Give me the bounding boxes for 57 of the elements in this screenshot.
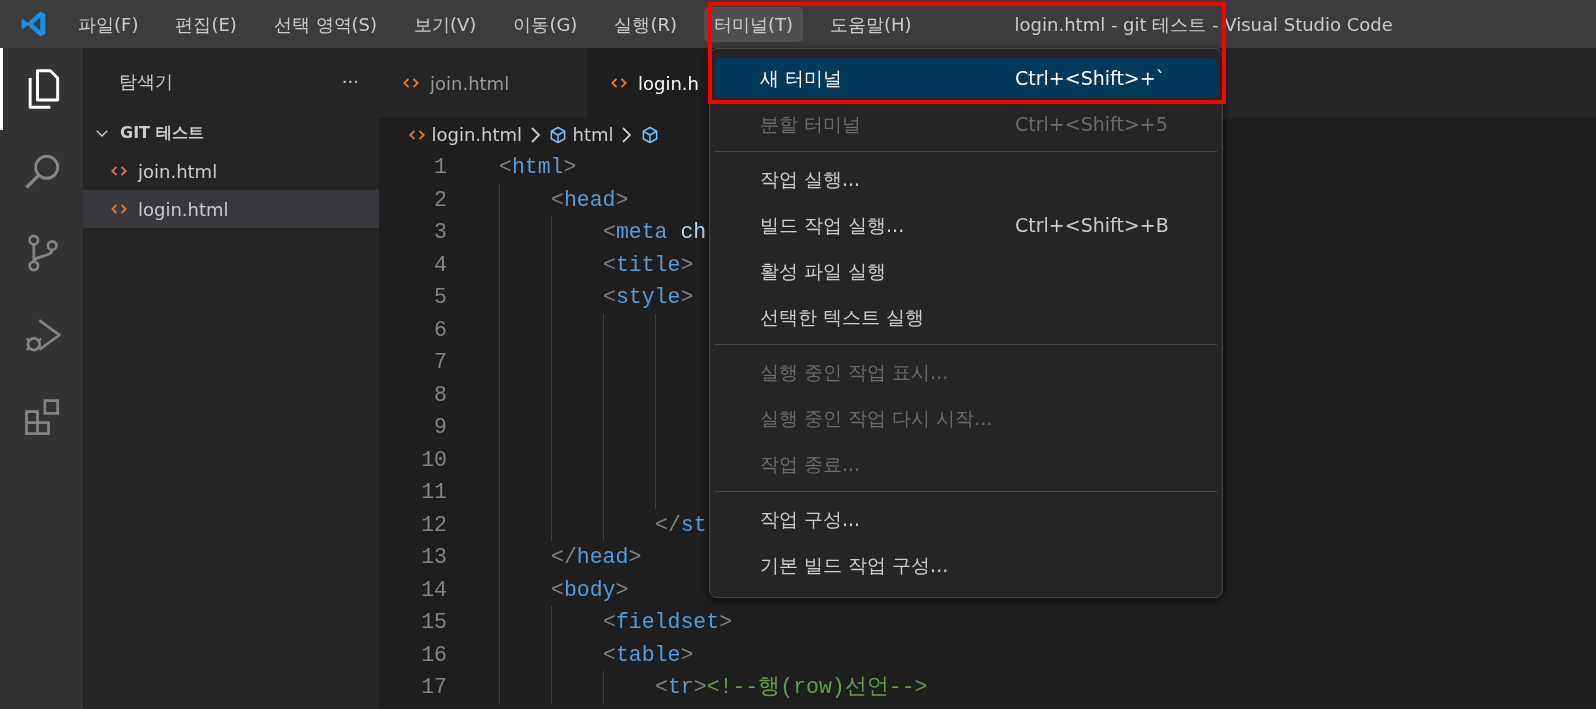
line-number: 14: [420, 576, 447, 604]
code-line: </head>: [551, 544, 642, 572]
code-line: <table>: [603, 641, 694, 669]
editor-tab[interactable]: join.html: [379, 48, 587, 118]
code-line: <head>: [551, 186, 629, 214]
line-number: 16: [420, 641, 447, 669]
menu-item[interactable]: 작업 실행...: [715, 159, 1217, 199]
line-number: 15: [420, 609, 447, 637]
line-number: 3: [433, 219, 447, 247]
folder-row[interactable]: GIT 테스트: [83, 114, 379, 152]
more-actions-button[interactable]: ···: [341, 67, 359, 95]
window-title: login.html - git 테스트 - Visual Studio Code: [1014, 12, 1393, 37]
line-number: 12: [420, 511, 447, 539]
line-number: 5: [433, 284, 447, 312]
line-number: 10: [420, 446, 447, 474]
menu-bar-item[interactable]: 보기(V): [404, 6, 487, 42]
menu-bar-item[interactable]: 도움말(H): [820, 6, 922, 42]
breadcrumb-item[interactable]: html: [572, 121, 614, 148]
menu-bar-item[interactable]: 이동(G): [503, 6, 588, 42]
menu-bar-item[interactable]: 선택 영역(S): [263, 6, 388, 42]
code-line: <meta ch: [603, 219, 707, 247]
line-number: 7: [433, 349, 447, 377]
menu-item[interactable]: 활성 파일 실행: [715, 251, 1217, 291]
menu-item[interactable]: 빌드 작업 실행... Ctrl+<Shift>+B: [715, 205, 1217, 245]
code-line: <body>: [551, 576, 629, 604]
shortcut-label: Ctrl+<Shift>+B: [1015, 212, 1169, 238]
sidebar-title: 탐색기: [119, 69, 173, 94]
menu-bar-item[interactable]: 실행(R): [604, 6, 687, 42]
line-number: 17: [420, 674, 447, 702]
menu-bar-item[interactable]: 터미널(T): [703, 6, 803, 42]
chevron-icon: [530, 126, 540, 143]
breadcrumb-item[interactable]: login.html: [431, 121, 523, 148]
line-number: 6: [433, 316, 447, 344]
line-number: 4: [433, 251, 447, 279]
menu-item[interactable]: 작업 구성...: [715, 499, 1217, 539]
menu-item[interactable]: 선택한 텍스트 실행: [715, 297, 1217, 337]
menu-bar-item[interactable]: 편집(E): [165, 6, 247, 42]
chevron-icon: [622, 126, 632, 143]
line-number: 11: [420, 479, 447, 507]
line-number: 9: [433, 414, 447, 442]
code-line: <html>: [499, 154, 577, 182]
code-line: <title>: [603, 251, 694, 279]
menu-item[interactable]: 새 터미널 Ctrl+<Shift>+`: [715, 58, 1217, 98]
shortcut-label: Ctrl+<Shift>+`: [1015, 65, 1166, 91]
file-row[interactable]: login.html: [83, 190, 379, 228]
code-line: <tr><!--행(row)선언-->: [655, 674, 928, 702]
line-number: 1: [433, 154, 447, 182]
code-line: <fieldset>: [603, 609, 733, 637]
line-number: 13: [420, 544, 447, 572]
file-row[interactable]: join.html: [83, 152, 379, 190]
code-line: <style>: [603, 284, 694, 312]
code-line: </st: [655, 511, 707, 539]
menu-bar-item[interactable]: 파일(F): [68, 6, 149, 42]
line-number: 2: [433, 186, 447, 214]
line-number: 8: [433, 381, 447, 409]
menu-item[interactable]: 기본 빌드 작업 구성...: [715, 545, 1217, 585]
shortcut-label: Ctrl+<Shift>+5: [1015, 111, 1168, 137]
